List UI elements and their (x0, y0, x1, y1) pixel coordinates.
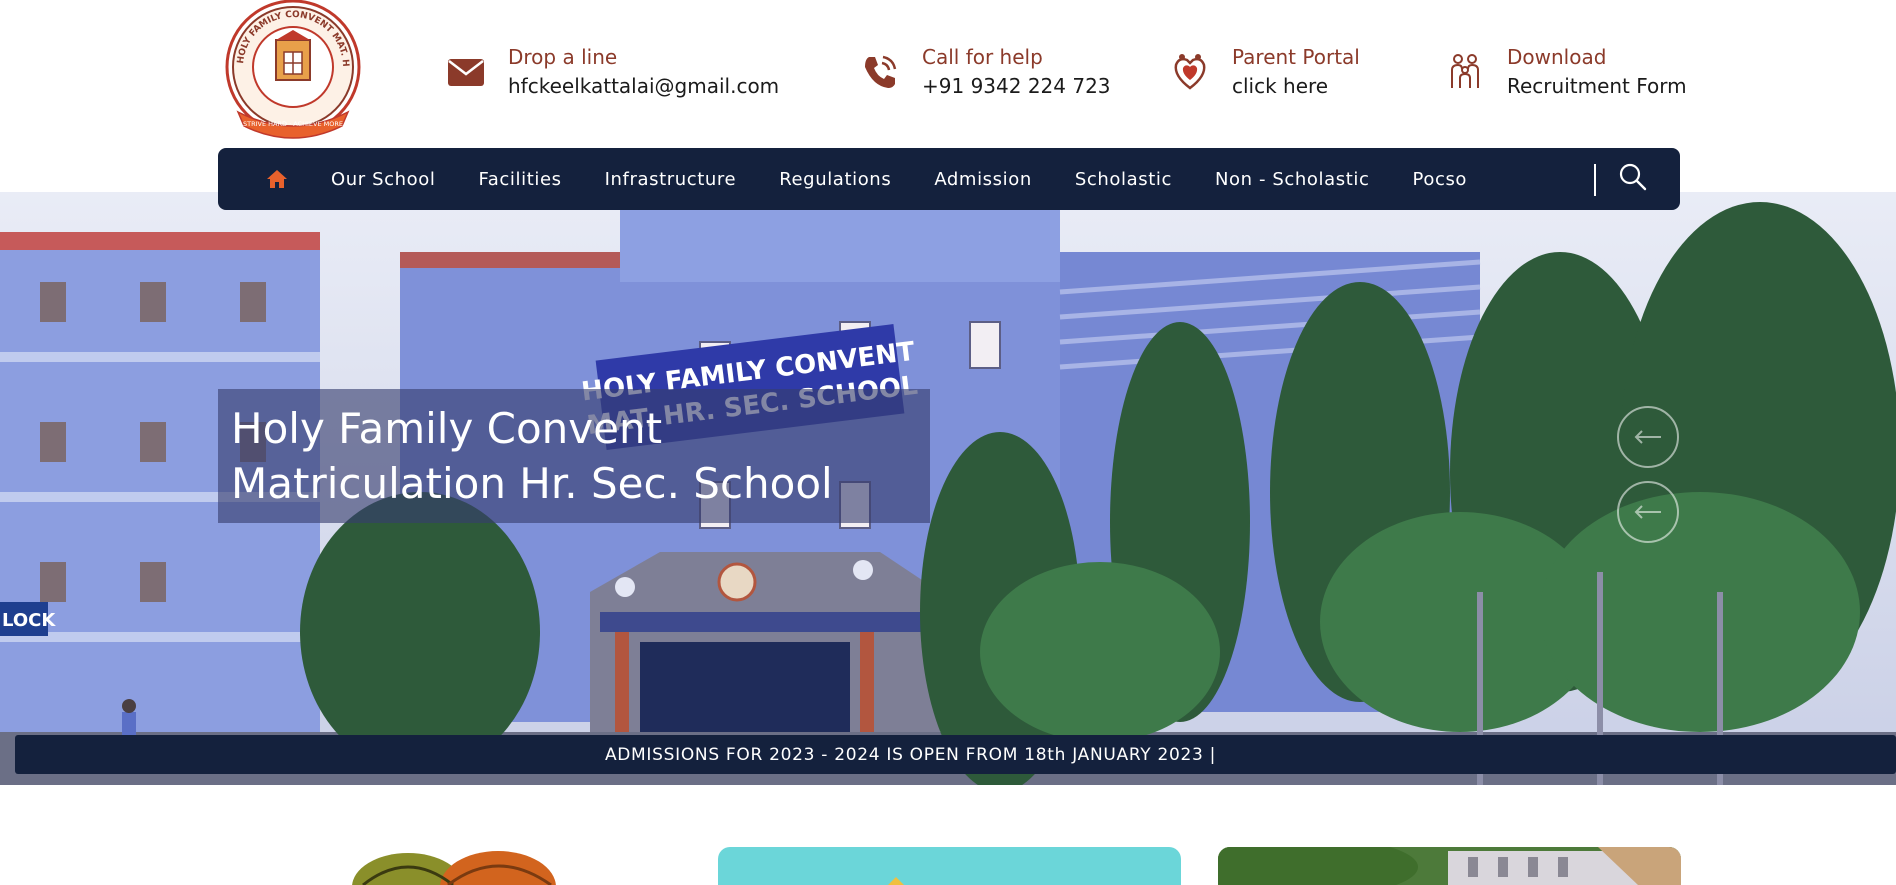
parent-portal-label: Parent Portal (1232, 45, 1360, 69)
teal-card-graphic (888, 877, 904, 885)
hero-title-line1: Holy Family Convent (231, 404, 663, 453)
announcement-ticker[interactable]: ADMISSIONS FOR 2023 - 2024 IS OPEN FROM … (15, 735, 1896, 774)
nav-infrastructure[interactable]: Infrastructure (605, 169, 737, 190)
site-header: HOLY FAMILY CONVENT MAT. HR. SEC. SCHOOL… (0, 0, 1896, 150)
feature-card-teal[interactable] (718, 847, 1181, 885)
slider-next-arrow[interactable] (1617, 481, 1679, 543)
hero-caption: Holy Family Convent Matriculation Hr. Se… (218, 389, 930, 523)
contact-phone-label: Call for help (922, 45, 1043, 69)
contact-phone-value[interactable]: +91 9342 224 723 (922, 70, 1111, 102)
arrow-left-icon (1634, 430, 1661, 444)
envelope-icon (444, 50, 488, 94)
contact-email[interactable]: Drop a line hfckeelkattalai@gmail.com (444, 44, 779, 104)
home-icon[interactable] (266, 168, 288, 190)
search-icon[interactable] (1618, 162, 1648, 192)
nav-divider (1594, 164, 1596, 196)
contact-email-value[interactable]: hfckeelkattalai@gmail.com (508, 70, 779, 102)
feature-card-kids[interactable] (323, 847, 583, 885)
nav-facilities[interactable]: Facilities (478, 169, 561, 190)
kids-illustration (352, 851, 556, 885)
phone-icon (858, 50, 902, 94)
block-sign: LOCK (2, 610, 56, 631)
recruitment-form-link[interactable]: Download Recruitment Form (1443, 44, 1687, 104)
main-navigation: Our School Facilities Infrastructure Reg… (218, 148, 1680, 210)
contact-email-label: Drop a line (508, 45, 618, 69)
campus-photo (1218, 847, 1681, 885)
nav-scholastic[interactable]: Scholastic (1075, 169, 1172, 190)
parent-hearts-icon (1168, 50, 1212, 94)
school-logo[interactable]: HOLY FAMILY CONVENT MAT. HR. SEC. SCHOOL… (212, 0, 370, 146)
logo-motto: STRIVE HARD · ACHIEVE MORE (243, 120, 343, 128)
feature-card-photo[interactable] (1218, 847, 1681, 885)
ticker-text: ADMISSIONS FOR 2023 - 2024 IS OPEN FROM … (604, 744, 1217, 765)
hero-title-line2: Matriculation Hr. Sec. School (231, 459, 833, 508)
contact-phone[interactable]: Call for help +91 9342 224 723 (858, 44, 1111, 104)
nav-admission[interactable]: Admission (934, 169, 1032, 190)
recruitment-form-label: Download (1507, 45, 1607, 69)
family-group-icon (1443, 50, 1487, 94)
nav-non-scholastic[interactable]: Non - Scholastic (1215, 169, 1370, 190)
nav-regulations[interactable]: Regulations (779, 169, 891, 190)
nav-pocso[interactable]: Pocso (1413, 169, 1468, 190)
parent-portal-link[interactable]: Parent Portal click here (1168, 44, 1360, 104)
recruitment-form-value[interactable]: Recruitment Form (1507, 70, 1687, 102)
arrow-left-icon (1634, 505, 1661, 519)
slider-prev-arrow[interactable] (1617, 406, 1679, 468)
parent-portal-value[interactable]: click here (1232, 70, 1360, 102)
nav-our-school[interactable]: Our School (331, 169, 435, 190)
